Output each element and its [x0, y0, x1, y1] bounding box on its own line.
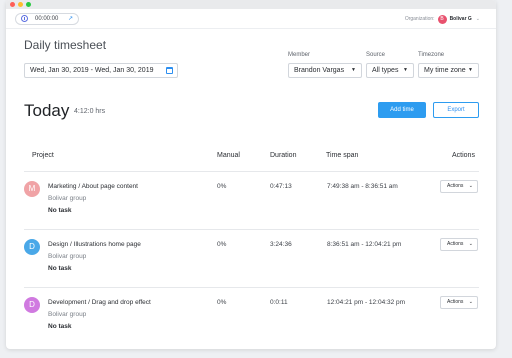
date-range-value: Wed, Jan 30, 2019 - Wed, Jan 30, 2019: [30, 67, 154, 74]
page-title: Daily timesheet: [24, 38, 107, 52]
organization-badge: B: [437, 14, 447, 24]
duration-value: 0:47:13: [270, 183, 292, 190]
timer-value: 00:00:00: [35, 16, 59, 22]
arrow-up-right-icon[interactable]: ↗: [68, 14, 73, 24]
project-task: No task: [48, 265, 72, 272]
chevron-down-icon: ⌄: [468, 183, 473, 189]
chevron-down-icon: ⌄: [475, 16, 480, 22]
calendar-icon: [166, 67, 173, 74]
manual-value: 0%: [217, 241, 227, 248]
manual-value: 0%: [217, 299, 227, 306]
column-header-time-span: Time span: [326, 152, 359, 159]
row-actions-label: Actions: [447, 183, 464, 189]
table-row: D Development / Drag and drop effect Bol…: [6, 288, 496, 345]
source-value: All types: [372, 67, 399, 74]
export-button[interactable]: Export: [433, 102, 479, 118]
column-header-actions: Actions: [452, 152, 475, 159]
chevron-down-icon: ⌄: [468, 299, 473, 305]
time-span-value: 12:04:21 pm - 12:04:32 pm: [327, 299, 406, 306]
row-actions-button[interactable]: Actions ⌄: [440, 296, 478, 309]
duration-value: 0:0:11: [270, 299, 288, 306]
organization-switcher[interactable]: Organization: B Bolivar G ⌄: [405, 14, 480, 24]
project-task: No task: [48, 207, 72, 214]
member-value: Brandon Vargas: [294, 67, 345, 74]
duration-value: 3:24:36: [270, 241, 292, 248]
minimize-window-dot[interactable]: [18, 2, 23, 7]
table-row: M Marketing / About page content Bolivar…: [6, 172, 496, 229]
project-title[interactable]: Development / Drag and drop effect: [48, 299, 151, 306]
project-task: No task: [48, 323, 72, 330]
caret-down-icon: ▼: [351, 67, 356, 73]
chevron-down-icon: ⌄: [468, 241, 473, 247]
timezone-select[interactable]: My time zone ▼: [418, 63, 479, 78]
project-group: Bolivar group: [48, 253, 87, 260]
title-bar: [6, 0, 496, 9]
top-bar: 00:00:00 ↗ Organization: B Bolivar G ⌄: [6, 9, 496, 29]
time-span-value: 7:49:38 am - 8:36:51 am: [327, 183, 398, 190]
column-header-manual: Manual: [217, 152, 240, 159]
row-actions-button[interactable]: Actions ⌄: [440, 180, 478, 193]
timer-widget[interactable]: 00:00:00 ↗: [15, 13, 79, 25]
project-group: Bolivar group: [48, 311, 87, 318]
row-actions-label: Actions: [447, 241, 464, 247]
column-header-duration: Duration: [270, 152, 297, 159]
app-window: 00:00:00 ↗ Organization: B Bolivar G ⌄ D…: [6, 0, 496, 349]
source-label: Source: [366, 52, 386, 58]
timezone-value: My time zone: [424, 67, 466, 74]
project-title[interactable]: Marketing / About page content: [48, 183, 138, 190]
timezone-label: Timezone: [418, 52, 445, 58]
manual-value: 0%: [217, 183, 227, 190]
maximize-window-dot[interactable]: [26, 2, 31, 7]
caret-down-icon: ▼: [403, 67, 408, 73]
summary-total: 4:12:0 hrs: [74, 108, 106, 115]
column-header-project: Project: [32, 152, 54, 159]
member-select[interactable]: Brandon Vargas ▼: [288, 63, 362, 78]
member-label: Member: [288, 52, 311, 58]
caret-down-icon: ▼: [468, 67, 473, 73]
project-group: Bolivar group: [48, 195, 87, 202]
add-time-button[interactable]: Add time: [378, 102, 426, 118]
row-actions-label: Actions: [447, 299, 464, 305]
table-row: D Design / Illustrations home page Boliv…: [6, 230, 496, 287]
date-range-picker[interactable]: Wed, Jan 30, 2019 - Wed, Jan 30, 2019: [24, 63, 178, 78]
source-select[interactable]: All types ▼: [366, 63, 414, 78]
summary-label: Today: [24, 101, 70, 120]
time-span-value: 8:36:51 am - 12:04:21 pm: [327, 241, 402, 248]
organization-name: Bolivar G: [449, 16, 472, 22]
project-avatar: D: [24, 297, 40, 313]
project-avatar: M: [24, 181, 40, 197]
project-avatar: D: [24, 239, 40, 255]
clock-icon: [21, 15, 28, 22]
project-title[interactable]: Design / Illustrations home page: [48, 241, 141, 248]
close-window-dot[interactable]: [10, 2, 15, 7]
row-actions-button[interactable]: Actions ⌄: [440, 238, 478, 251]
organization-label: Organization:: [404, 16, 435, 22]
